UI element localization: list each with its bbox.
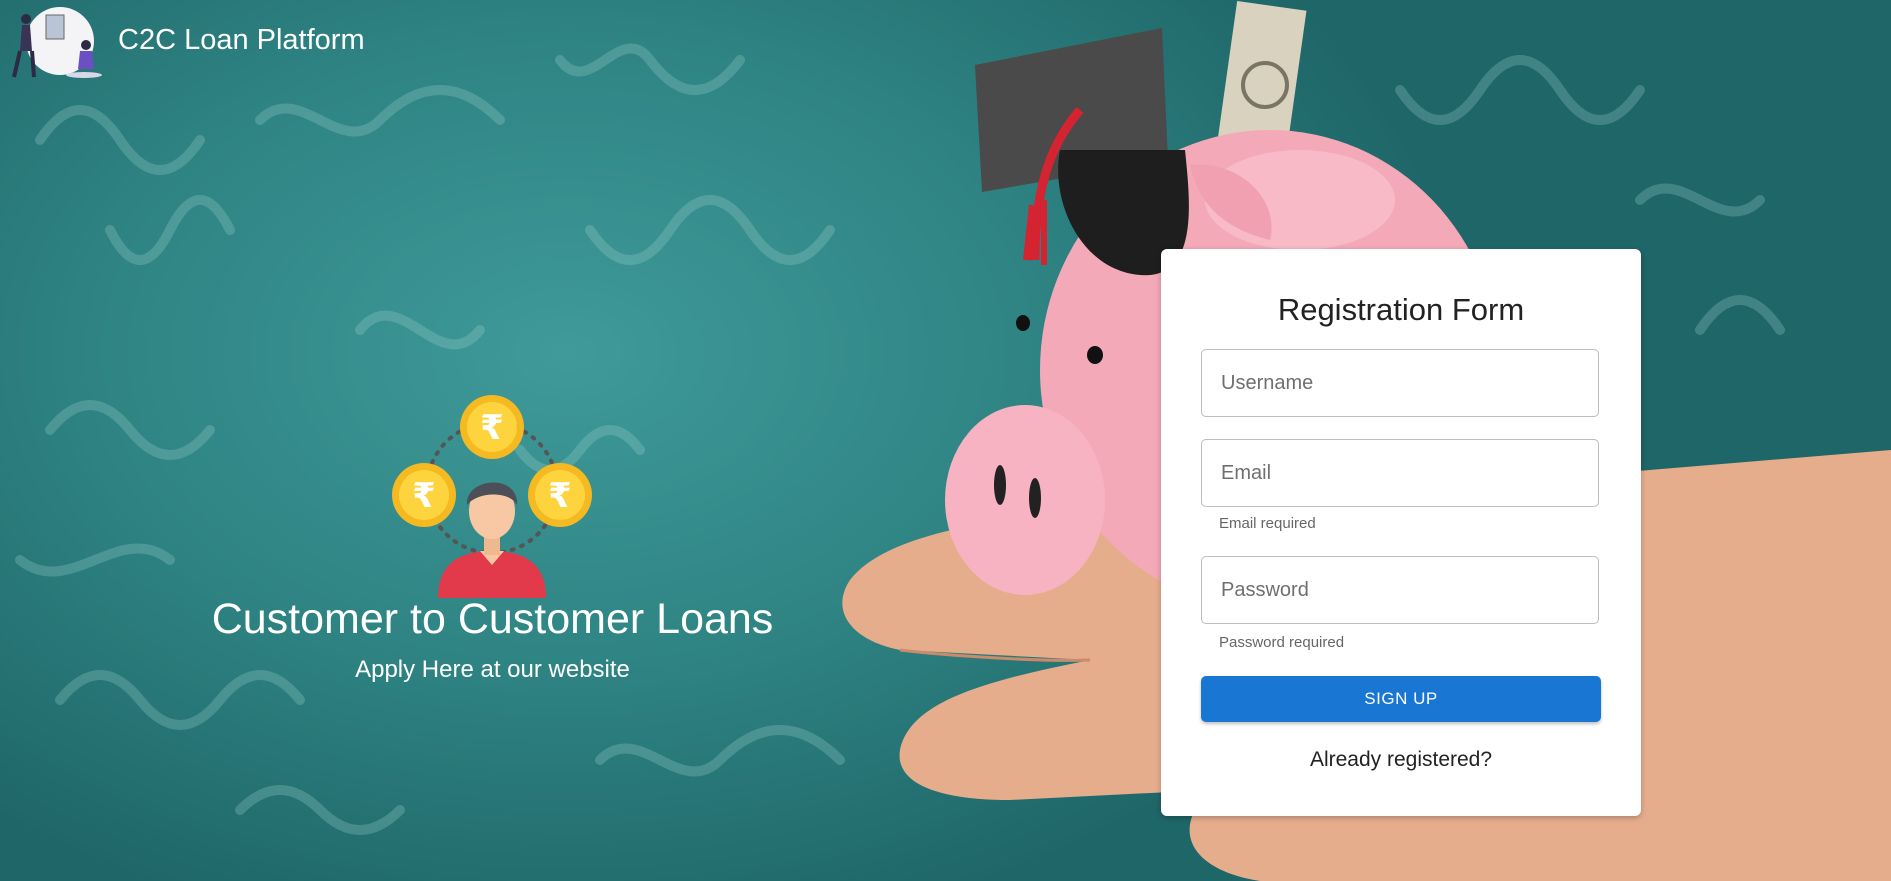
registration-form: Registration Form Email required Passwor… [1161, 249, 1641, 816]
form-title: Registration Form [1277, 292, 1525, 327]
lender-coins-icon: ₹ ₹ ₹ [392, 395, 592, 598]
username-field[interactable] [1201, 349, 1599, 417]
app-logo[interactable] [6, 5, 106, 79]
sign-up-button[interactable]: SIGN UP [1201, 676, 1601, 722]
email-helper-text: Email required [1219, 515, 1316, 532]
hero-title: Customer to Customer Loans [211, 595, 774, 643]
password-input[interactable] [1219, 577, 1598, 603]
svg-text:₹: ₹ [548, 476, 572, 516]
app-title[interactable]: C2C Loan Platform [118, 24, 365, 57]
password-field[interactable] [1201, 556, 1599, 624]
logo-illustration-icon [12, 14, 102, 78]
email-field[interactable] [1201, 439, 1599, 507]
email-input[interactable] [1219, 460, 1598, 486]
hero-subtitle: Apply Here at our website [355, 656, 630, 683]
password-helper-text: Password required [1219, 634, 1345, 651]
svg-text:₹: ₹ [412, 476, 436, 516]
rupee-coin-icon-right: ₹ [528, 463, 592, 527]
rupee-coin-icon-left: ₹ [392, 463, 456, 527]
already-registered-link[interactable]: Already registered? [1161, 748, 1641, 772]
username-input[interactable] [1219, 370, 1598, 396]
rupee-coin-icon-top: ₹ [460, 395, 524, 459]
svg-text:₹: ₹ [480, 408, 504, 448]
